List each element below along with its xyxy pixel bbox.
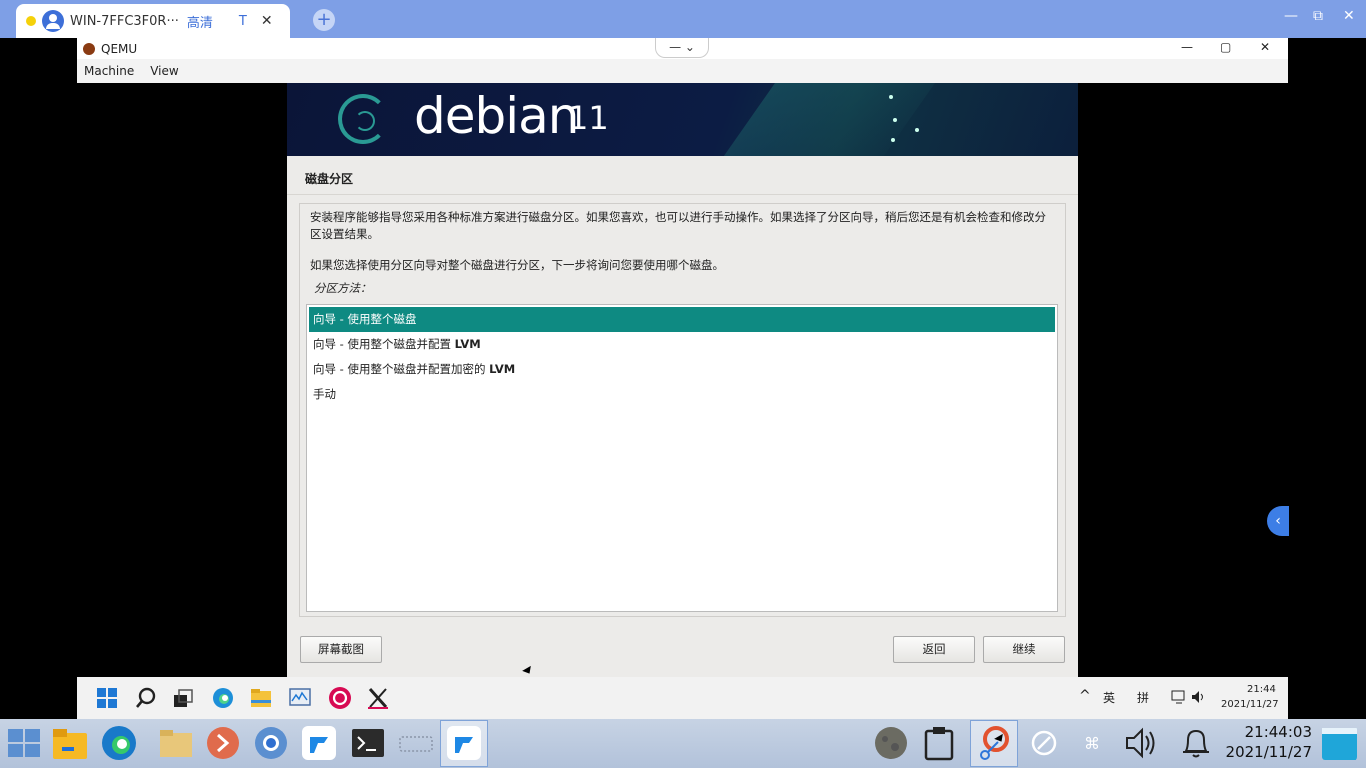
search-icon[interactable]	[134, 686, 158, 710]
file-explorer-icon[interactable]	[249, 686, 273, 710]
banner-version: 11	[568, 99, 609, 137]
moon-icon[interactable]	[873, 725, 909, 761]
lang-indicator[interactable]: 英	[1103, 689, 1115, 706]
new-tab-button[interactable]: +	[313, 9, 335, 31]
banner-debian-text: debian	[414, 87, 579, 145]
qemu-close-icon[interactable]: ✕	[1260, 40, 1270, 54]
volume-icon[interactable]	[1191, 689, 1207, 705]
list-item[interactable]: 向导 - 使用整个磁盘并配置 LVM	[309, 332, 1055, 357]
monitor-icon[interactable]	[288, 686, 312, 710]
browser-tab-strip: WIN-7FFC3F0R··· 高清 T ✕ + — ⧉ ✕	[0, 0, 1366, 38]
banner-decoration	[704, 83, 950, 156]
edge-icon[interactable]	[211, 686, 235, 710]
qemu-menubar: Machine View	[77, 59, 1288, 83]
qemu-logo-icon	[83, 42, 95, 55]
tab-title: WIN-7FFC3F0R···	[70, 13, 179, 29]
partition-method-list[interactable]: 向导 - 使用整个磁盘 向导 - 使用整个磁盘并配置 LVM 向导 - 使用整个…	[306, 304, 1058, 612]
side-expand-button[interactable]: ‹	[1267, 506, 1289, 536]
user-avatar-icon	[42, 10, 64, 32]
host-clock-date: 2021/11/27	[1225, 743, 1312, 761]
ime-indicator[interactable]: 拼	[1137, 689, 1149, 706]
terminal-icon[interactable]	[350, 725, 386, 761]
command-icon[interactable]: ⌘	[1074, 725, 1110, 761]
guest-clock-time: 21:44	[1247, 684, 1276, 695]
option-text: 手动	[313, 387, 336, 401]
restore-icon[interactable]: ⧉	[1313, 8, 1323, 24]
screenshot-tool-icon[interactable]	[976, 725, 1012, 761]
option-text: 向导 - 使用整个磁盘并配置	[313, 337, 455, 351]
svg-text:⌘: ⌘	[1084, 734, 1100, 753]
chrome-icon[interactable]	[253, 725, 289, 761]
minimize-icon[interactable]: —	[1284, 8, 1298, 24]
guest-taskbar: ^ 英 拼 21:44 2021/11/27	[77, 677, 1288, 719]
clipboard-icon[interactable]	[921, 725, 957, 761]
tab-mark[interactable]: T	[239, 14, 247, 29]
network-icon[interactable]	[1171, 689, 1187, 705]
todesk-icon[interactable]	[446, 725, 482, 761]
debian-swirl-icon	[338, 94, 388, 144]
list-item[interactable]: 手动	[309, 382, 1055, 407]
tray-chevron-icon[interactable]: ^	[1079, 688, 1091, 704]
guide-paragraph: 如果您选择使用分区向导对整个磁盘进行分区，下一步将询问您要使用哪个磁盘。	[310, 258, 724, 272]
host-clock-time: 21:44:03	[1244, 723, 1312, 741]
bell-icon[interactable]	[1178, 725, 1214, 761]
option-text: 向导 - 使用整个磁盘	[313, 312, 417, 326]
host-clock: 21:44:03 2021/11/27	[1216, 722, 1312, 762]
volume-icon[interactable]	[1124, 725, 1160, 761]
debian-banner: debian 11	[287, 83, 1078, 156]
qemu-title: QEMU	[101, 41, 138, 56]
tab-close-icon[interactable]: ✕	[261, 13, 273, 29]
page-title: 磁盘分区	[305, 172, 354, 186]
guest-clock-date: 2021/11/27	[1221, 699, 1279, 710]
back-button[interactable]: 返回	[893, 636, 975, 663]
quality-badge[interactable]: 高清	[187, 12, 213, 31]
list-item[interactable]: 向导 - 使用整个磁盘并配置加密的 LVM	[309, 357, 1055, 382]
debian-icon[interactable]	[328, 686, 352, 710]
continue-button[interactable]: 继续	[983, 636, 1065, 663]
option-suffix: LVM	[454, 337, 481, 351]
close-icon[interactable]: ✕	[1343, 8, 1355, 24]
start-icon[interactable]	[6, 725, 42, 761]
app-icon[interactable]	[301, 725, 337, 761]
menu-view[interactable]: View	[150, 64, 178, 78]
content-box: 安装程序能够指导您采用各种标准方案进行磁盘分区。如果您喜欢，也可以进行手动操作。…	[299, 203, 1066, 617]
remote-toolbar-handle[interactable]: — ⌄	[655, 38, 709, 58]
qemu-titlebar: QEMU — ⌄ — ▢ ✕	[77, 38, 1288, 59]
files-icon[interactable]	[158, 725, 194, 761]
intro-paragraph: 安装程序能够指导您采用各种标准方案进行磁盘分区。如果您喜欢，也可以进行手动操作。…	[310, 210, 1046, 241]
xming-icon[interactable]	[366, 686, 390, 710]
list-item[interactable]: 向导 - 使用整个磁盘	[309, 307, 1055, 332]
star-icon	[893, 118, 897, 122]
debian-installer: debian 11 磁盘分区 安装程序能够指导您采用各种标准方案进行磁盘分区。如…	[287, 83, 1078, 677]
host-taskbar: ⌘	[0, 719, 1366, 768]
qemu-maximize-icon[interactable]: ▢	[1220, 40, 1231, 54]
folder-icon[interactable]	[52, 725, 88, 761]
option-text: 向导 - 使用整个磁盘并配置加密的	[313, 362, 490, 376]
desktop-icon[interactable]	[1321, 725, 1357, 761]
task-view-icon[interactable]	[171, 686, 195, 710]
menu-machine[interactable]: Machine	[84, 64, 134, 78]
edge-icon[interactable]	[101, 725, 137, 761]
star-icon	[915, 128, 919, 132]
windows-start-icon[interactable]	[95, 686, 119, 710]
qemu-minimize-icon[interactable]: —	[1181, 40, 1193, 54]
star-icon	[891, 138, 895, 142]
method-label: 分区方法：	[314, 281, 372, 295]
option-suffix: LVM	[489, 362, 516, 376]
star-icon	[889, 95, 893, 99]
keyboard-icon[interactable]	[398, 725, 434, 761]
remote-icon[interactable]	[205, 725, 241, 761]
recording-dot-icon	[26, 16, 36, 26]
screenshot-button[interactable]: 屏幕截图	[300, 636, 382, 663]
sync-icon[interactable]	[1026, 725, 1062, 761]
divider	[287, 194, 1078, 195]
browser-tab[interactable]: WIN-7FFC3F0R··· 高清 T ✕	[16, 4, 290, 38]
